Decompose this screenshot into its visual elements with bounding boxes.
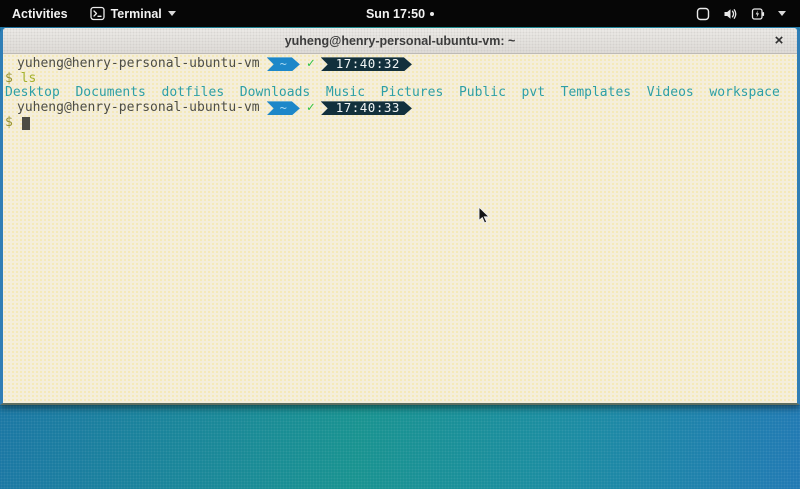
directory-name: Videos [647, 86, 694, 101]
close-button[interactable]: × [770, 32, 788, 50]
ls-output-line: Desktop Documents dotfiles Downloads Music Pi… [5, 86, 795, 101]
command-text: ls [21, 72, 37, 87]
app-menu-terminal[interactable]: Terminal [80, 0, 186, 27]
directory-name: Templates [561, 86, 631, 101]
prompt-status-check: ✓ [307, 57, 315, 72]
chevron-down-icon [778, 11, 786, 16]
directory-name: Public [459, 86, 506, 101]
directory-name: Music [326, 86, 365, 101]
prompt-line: yuheng@henry-personal-ubuntu-vm ~ ✓ 17:4… [5, 57, 795, 72]
prompt-user: yuheng@henry-personal-ubuntu-vm [17, 101, 260, 116]
volume-icon [723, 7, 738, 21]
prompt-line: yuheng@henry-personal-ubuntu-vm ~ ✓ 17:4… [5, 101, 795, 116]
input-line: $ [5, 116, 795, 131]
wired-network-icon [696, 7, 710, 21]
terminal-window: yuheng@henry-personal-ubuntu-vm: ~ × yuh… [0, 28, 800, 405]
window-title: yuheng@henry-personal-ubuntu-vm: ~ [3, 34, 797, 48]
directory-name: workspace [709, 86, 779, 101]
top-bar: Activities Terminal Sun 17:50 [0, 0, 800, 27]
prompt-time-segment: 17:40:32 [321, 57, 412, 71]
activities-button[interactable]: Activities [0, 0, 80, 27]
directory-name: pvt [522, 86, 545, 101]
directory-name: Documents [75, 86, 145, 101]
chevron-down-icon [168, 11, 176, 16]
app-menu-label: Terminal [111, 7, 162, 21]
prompt-path-segment: ~ [267, 101, 300, 115]
directory-name: Downloads [240, 86, 310, 101]
window-titlebar[interactable]: yuheng@henry-personal-ubuntu-vm: ~ × [3, 28, 797, 54]
directory-name: Desktop [5, 86, 60, 101]
notification-dot [430, 12, 434, 16]
prompt-char: $ [5, 116, 13, 131]
prompt-status-check: ✓ [307, 101, 315, 116]
command-line: $ ls [5, 72, 795, 87]
battery-charging-icon [751, 7, 765, 21]
prompt-char: $ [5, 72, 13, 87]
prompt-user: yuheng@henry-personal-ubuntu-vm [17, 57, 260, 72]
system-status-area[interactable] [682, 0, 800, 27]
terminal-app-icon [90, 6, 105, 21]
terminal-cursor [22, 117, 30, 130]
prompt-time-segment: 17:40:33 [321, 101, 412, 115]
directory-name: Pictures [381, 86, 444, 101]
directory-name: dotfiles [162, 86, 225, 101]
clock-button[interactable]: Sun 17:50 [366, 7, 425, 21]
terminal-screen[interactable]: yuheng@henry-personal-ubuntu-vm ~ ✓ 17:4… [3, 54, 797, 403]
prompt-path-segment: ~ [267, 57, 300, 71]
